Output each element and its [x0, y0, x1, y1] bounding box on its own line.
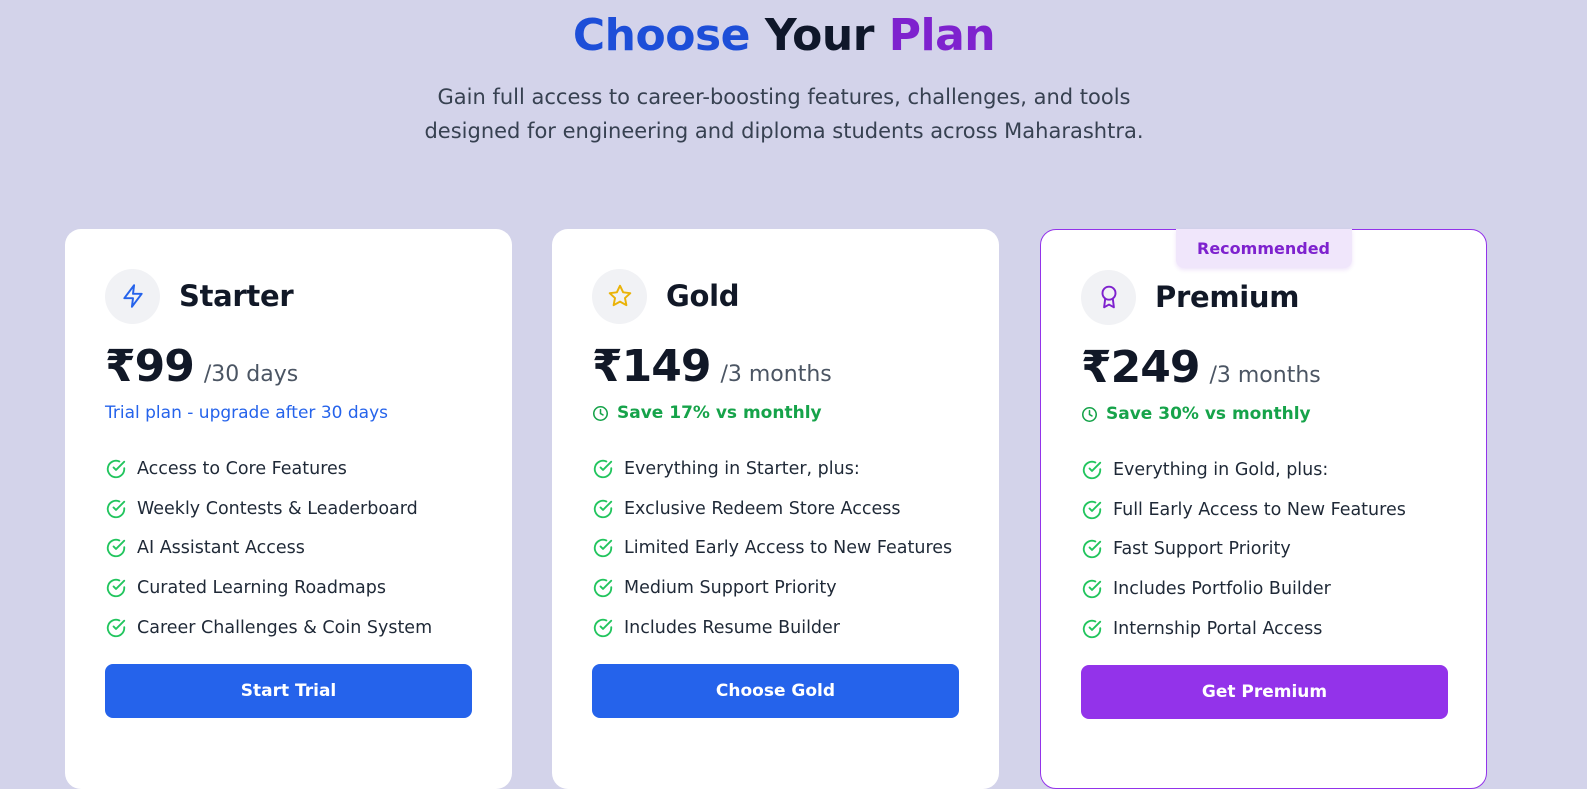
plan-note: Trial plan - upgrade after 30 days [105, 403, 388, 423]
feature-text: Everything in Gold, plus: [1113, 459, 1329, 480]
price-row: ₹99 /30 days [105, 341, 298, 392]
plan-note-text: Save 17% vs monthly [617, 403, 822, 423]
clock-icon [592, 405, 609, 422]
feature-text: Includes Portfolio Builder [1113, 578, 1331, 599]
check-circle-icon [105, 577, 127, 599]
plan-price: ₹149 [592, 341, 711, 392]
check-circle-icon [592, 458, 614, 480]
feature-item: Career Challenges & Coin System [105, 608, 432, 648]
title-word-your: Your [764, 10, 875, 61]
price-row: ₹149 /3 months [592, 341, 832, 392]
get-premium-button[interactable]: Get Premium [1081, 665, 1448, 719]
plan-name: Premium [1155, 280, 1300, 314]
check-circle-icon [1081, 618, 1103, 640]
feature-item: AI Assistant Access [105, 528, 432, 568]
choose-gold-button[interactable]: Choose Gold [592, 664, 959, 718]
title-word-choose: Choose [572, 10, 751, 61]
check-circle-icon [1081, 459, 1103, 481]
check-circle-icon [105, 617, 127, 639]
plan-period: /3 months [720, 362, 832, 387]
subtitle-line-2: designed for engineering and diploma stu… [424, 119, 1144, 143]
plan-period: /30 days [203, 362, 299, 387]
feature-text: Access to Core Features [137, 458, 347, 479]
feature-text: Full Early Access to New Features [1113, 499, 1406, 520]
check-circle-icon [105, 498, 127, 520]
check-circle-icon [1081, 538, 1103, 560]
feature-list: Everything in Starter, plus: Exclusive R… [592, 449, 952, 647]
check-circle-icon [592, 617, 614, 639]
plan-note: Save 30% vs monthly [1081, 404, 1311, 424]
plan-price: ₹99 [105, 341, 195, 392]
feature-list: Access to Core Features Weekly Contests … [105, 449, 432, 647]
price-row: ₹249 /3 months [1081, 342, 1321, 393]
feature-item: Medium Support Priority [592, 568, 952, 608]
lightning-icon [105, 268, 160, 324]
plan-header: Premium [1081, 269, 1299, 325]
plan-note: Save 17% vs monthly [592, 403, 822, 423]
feature-text: Includes Resume Builder [624, 617, 840, 638]
plan-card-gold: Gold ₹149 /3 months Save 17% vs monthly … [552, 229, 999, 789]
feature-text: Curated Learning Roadmaps [137, 577, 386, 598]
feature-list: Everything in Gold, plus: Full Early Acc… [1081, 450, 1406, 648]
feature-item: Limited Early Access to New Features [592, 528, 952, 568]
feature-item: Includes Portfolio Builder [1081, 569, 1406, 609]
feature-text: AI Assistant Access [137, 538, 305, 559]
check-circle-icon [592, 498, 614, 520]
plan-note-text: Save 30% vs monthly [1106, 404, 1311, 424]
plan-card-starter: Starter ₹99 /30 days Trial plan - upgrad… [65, 229, 512, 789]
feature-text: Limited Early Access to New Features [624, 538, 953, 559]
plan-price: ₹249 [1081, 342, 1200, 393]
feature-text: Career Challenges & Coin System [137, 617, 433, 638]
page-title: Choose Your Plan [0, 8, 1568, 64]
feature-text: Weekly Contests & Leaderboard [137, 498, 418, 519]
plan-note-text: Trial plan - upgrade after 30 days [105, 403, 388, 423]
feature-item: Access to Core Features [105, 449, 432, 489]
feature-text: Medium Support Priority [624, 577, 837, 598]
feature-text: Internship Portal Access [1113, 618, 1323, 639]
feature-item: Everything in Starter, plus: [592, 449, 952, 489]
feature-text: Everything in Starter, plus: [624, 458, 860, 479]
feature-item: Fast Support Priority [1081, 529, 1406, 569]
recommended-badge: Recommended [1175, 229, 1352, 268]
feature-item: Exclusive Redeem Store Access [592, 489, 952, 529]
plan-card-premium: Recommended Premium ₹249 /3 months Save … [1040, 229, 1487, 789]
feature-item: Internship Portal Access [1081, 609, 1406, 649]
start-trial-button[interactable]: Start Trial [105, 664, 472, 718]
star-icon [592, 268, 647, 324]
page-subtitle: Gain full access to career-boosting feat… [0, 80, 1568, 148]
feature-item: Full Early Access to New Features [1081, 490, 1406, 530]
plan-name: Starter [179, 279, 294, 313]
title-word-plan: Plan [888, 10, 996, 61]
check-circle-icon [105, 458, 127, 480]
check-circle-icon [592, 537, 614, 559]
plan-header: Starter [105, 268, 294, 324]
clock-icon [1081, 406, 1098, 423]
feature-item: Weekly Contests & Leaderboard [105, 489, 432, 529]
feature-text: Exclusive Redeem Store Access [624, 498, 901, 519]
award-icon [1081, 269, 1136, 325]
subtitle-line-1: Gain full access to career-boosting feat… [437, 85, 1131, 109]
plan-period: /3 months [1209, 363, 1321, 388]
feature-item: Everything in Gold, plus: [1081, 450, 1406, 490]
check-circle-icon [105, 537, 127, 559]
check-circle-icon [1081, 499, 1103, 521]
feature-item: Includes Resume Builder [592, 608, 952, 648]
check-circle-icon [1081, 578, 1103, 600]
plan-name: Gold [666, 279, 740, 313]
plan-header: Gold [592, 268, 740, 324]
feature-text: Fast Support Priority [1113, 539, 1291, 560]
check-circle-icon [592, 577, 614, 599]
feature-item: Curated Learning Roadmaps [105, 568, 432, 608]
